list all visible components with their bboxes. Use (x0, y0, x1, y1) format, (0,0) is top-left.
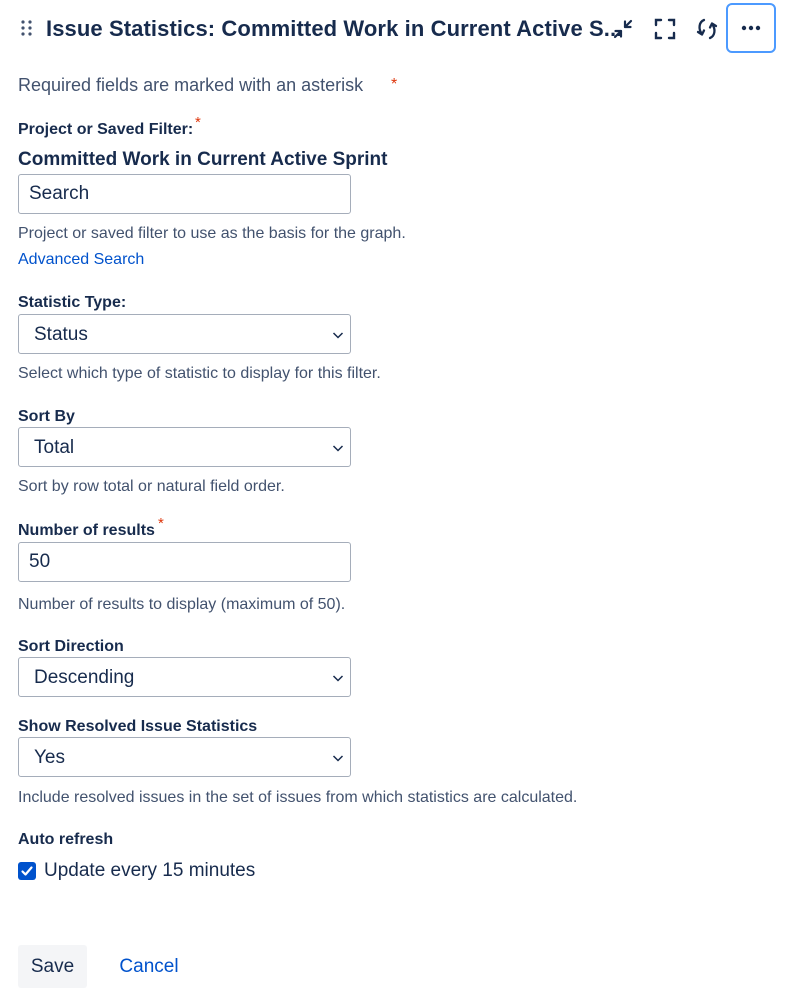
statistic-type-help: Select which type of statistic to displa… (18, 365, 381, 382)
more-actions-button[interactable] (726, 3, 776, 53)
show-resolved-select[interactable]: Yes (18, 737, 351, 777)
filter-required-asterisk: * (195, 114, 201, 131)
statistic-type-select[interactable]: Status (18, 314, 351, 354)
sort-by-help: Sort by row total or natural field order… (18, 478, 285, 495)
refresh-icon[interactable] (692, 14, 722, 44)
chevron-down-icon (332, 755, 344, 762)
filter-label: Project or Saved Filter: (18, 121, 194, 138)
chevron-down-icon (332, 332, 344, 339)
show-resolved-value: Yes (34, 747, 65, 768)
gadget-title: Issue Statistics: Committed Work in Curr… (46, 16, 623, 41)
statistic-type-value: Status (34, 324, 88, 345)
checkmark-icon (21, 866, 33, 876)
chevron-down-icon (332, 675, 344, 682)
gadget-header: Issue Statistics: Committed Work in Curr… (0, 0, 785, 56)
cancel-button[interactable]: Cancel (104, 945, 194, 988)
minimize-icon[interactable] (608, 14, 638, 44)
chevron-down-icon (332, 445, 344, 452)
save-button[interactable]: Save (18, 945, 87, 988)
show-resolved-label: Show Resolved Issue Statistics (18, 718, 258, 735)
sort-direction-select[interactable]: Descending (18, 657, 351, 697)
required-fields-note: Required fields are marked with an aster… (18, 75, 364, 95)
sort-by-value: Total (34, 437, 75, 458)
show-resolved-help: Include resolved issues in the set of is… (18, 789, 578, 806)
required-asterisk: * (391, 76, 398, 93)
auto-refresh-checkbox[interactable] (18, 862, 36, 880)
sort-direction-value: Descending (34, 667, 135, 688)
filter-help-text: Project or saved filter to use as the ba… (18, 225, 406, 242)
auto-refresh-checkbox-label[interactable]: Update every 15 minutes (44, 860, 255, 882)
selected-filter-name: Committed Work in Current Active Sprint (18, 149, 388, 170)
advanced-search-link[interactable]: Advanced Search (18, 251, 144, 269)
auto-refresh-label: Auto refresh (18, 831, 114, 848)
sort-by-label: Sort By (18, 408, 75, 425)
num-results-help: Number of results to display (maximum of… (18, 596, 346, 613)
num-results-input[interactable] (18, 542, 351, 582)
maximize-icon[interactable] (650, 14, 680, 44)
num-results-required-asterisk: * (158, 515, 164, 532)
filter-search-input[interactable] (18, 174, 351, 214)
drag-handle-icon[interactable] (20, 19, 34, 37)
more-icon (741, 25, 761, 31)
sort-by-select[interactable]: Total (18, 427, 351, 467)
sort-direction-label: Sort Direction (18, 638, 124, 655)
statistic-type-label: Statistic Type: (18, 294, 127, 311)
num-results-label: Number of results (18, 522, 155, 539)
